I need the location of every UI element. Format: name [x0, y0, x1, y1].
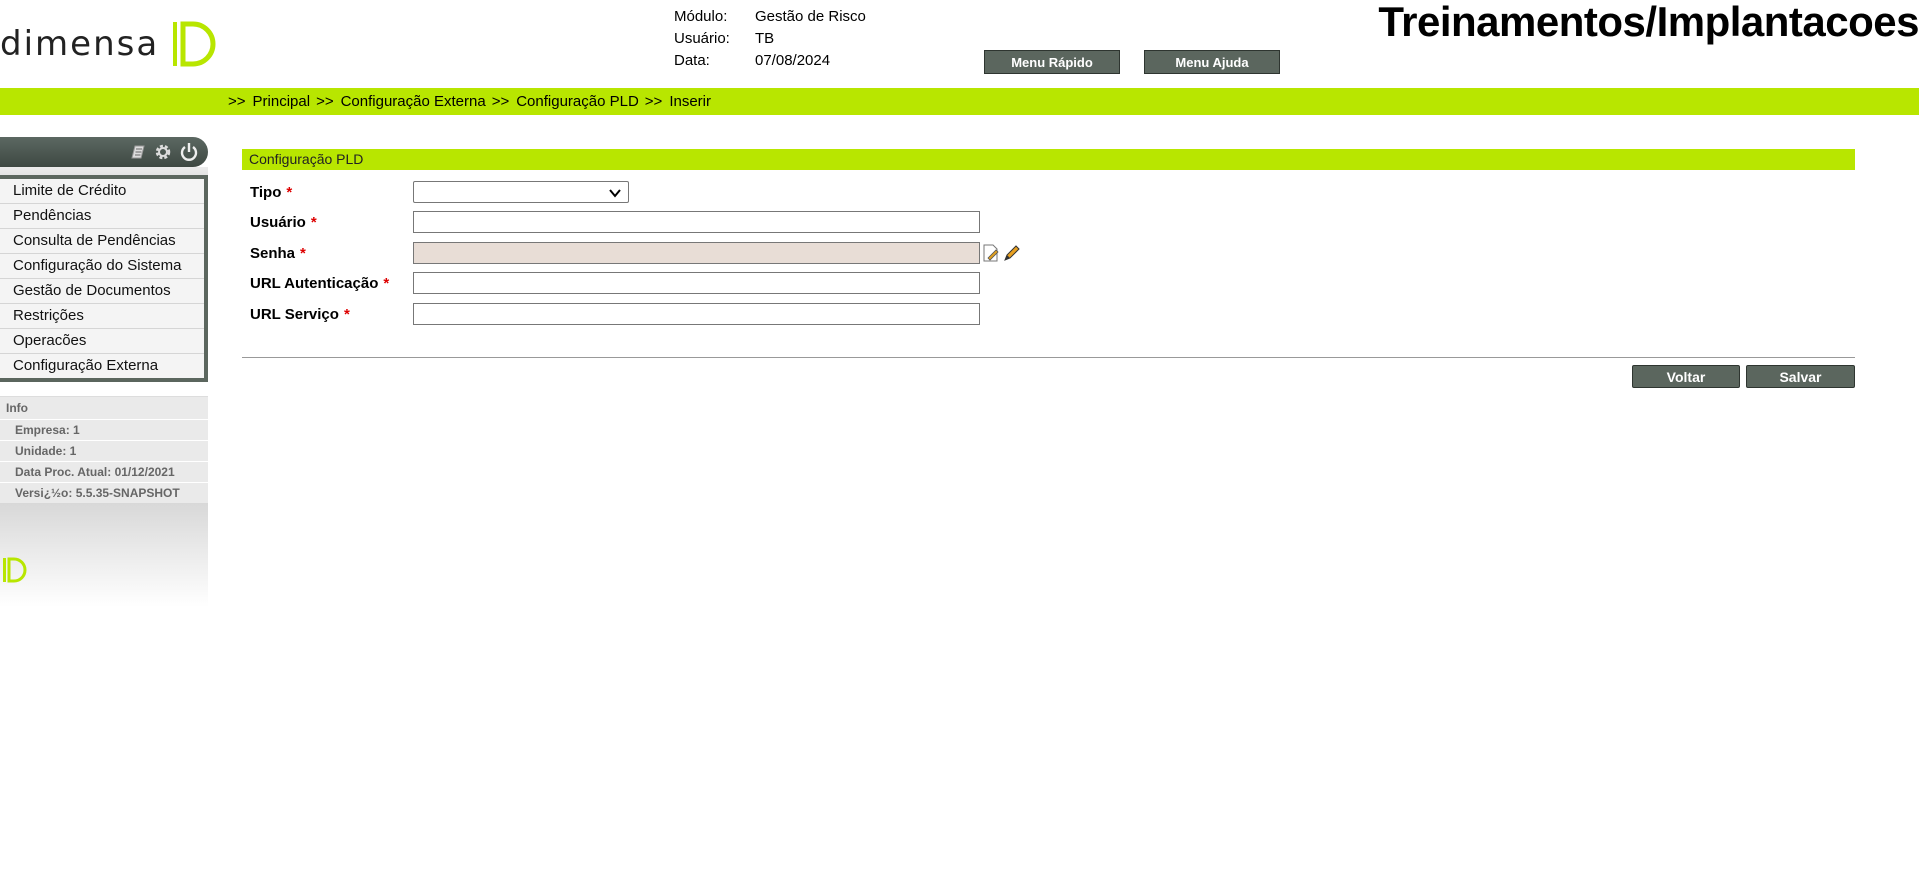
dimensa-logo: DIMENSA [0, 14, 221, 74]
sidebar-item-operacoes[interactable]: Operacões [0, 329, 204, 354]
notepad-icon[interactable] [128, 142, 148, 162]
info-row-data: Data: 07/08/2024 [674, 50, 866, 72]
breadcrumb-item-inserir: Inserir [669, 93, 712, 110]
logo-text: DIMENSA [0, 24, 160, 64]
breadcrumb-bar: >> Principal >> Configuração Externa >> … [0, 88, 1919, 115]
info-panel: Info Empresa: 1 Unidade: 1 Data Proc. At… [0, 396, 208, 503]
breadcrumb-item-principal[interactable]: Principal [253, 88, 311, 115]
usuario-input[interactable] [413, 211, 980, 233]
required-marker: * [300, 244, 306, 262]
info-key: Módulo: [674, 8, 728, 25]
menu-ajuda-button[interactable]: Menu Ajuda [1144, 50, 1280, 74]
required-marker: * [286, 183, 293, 201]
breadcrumb-separator: >> [316, 93, 334, 110]
form-divider [242, 357, 1855, 358]
form-row-tipo: Tipo * [250, 180, 629, 204]
footer-logo-icon [3, 557, 27, 583]
salvar-button[interactable]: Salvar [1746, 365, 1855, 388]
breadcrumb-item-configuracao-pld[interactable]: Configuração PLD [516, 88, 639, 115]
url-autenticacao-input[interactable] [413, 272, 980, 294]
edit-document-icon[interactable] [982, 243, 1000, 263]
info-empresa: Empresa: 1 [0, 419, 208, 440]
menu-rapido-button[interactable]: Menu Rápido [984, 50, 1120, 74]
info-value: Gestão de Risco [755, 8, 866, 25]
power-icon[interactable] [178, 141, 200, 163]
required-marker: * [343, 305, 350, 323]
sidebar-item-configuracao-externa[interactable]: Configuração Externa [0, 354, 204, 378]
sidebar-toolbar [0, 137, 208, 167]
gear-icon[interactable] [152, 141, 174, 163]
sidebar-menu: Limite de Crédito Pendências Consulta de… [0, 175, 208, 382]
info-key: Data: [674, 52, 710, 69]
info-key: Usuário: [674, 30, 730, 47]
form-row-url-servico: URL Serviço * [250, 302, 980, 326]
tipo-label: Tipo * [250, 183, 293, 201]
sidebar-item-restricoes[interactable]: Restrições [0, 304, 204, 329]
info-row-usuario: Usuário: TB [674, 28, 866, 50]
sidebar-item-configuracao-do-sistema[interactable]: Configuração do Sistema [0, 254, 204, 279]
form-row-url-autenticacao: URL Autenticação * [250, 271, 980, 295]
usuario-label: Usuário * [250, 213, 317, 231]
breadcrumb-separator: >> [228, 93, 246, 110]
logo-mark-icon [173, 21, 216, 67]
info-value: TB [755, 30, 775, 47]
sidebar: Limite de Crédito Pendências Consulta de… [0, 137, 208, 607]
required-marker: * [310, 213, 317, 231]
sidebar-item-limite-de-credito[interactable]: Limite de Crédito [0, 179, 204, 204]
url-autenticacao-label: URL Autenticação * [250, 274, 390, 292]
senha-label: Senha * [250, 244, 306, 262]
breadcrumb-item-configuracao-externa[interactable]: Configuração Externa [341, 88, 486, 115]
pencil-icon[interactable] [1002, 243, 1022, 263]
sidebar-item-pendencias[interactable]: Pendências [0, 204, 204, 229]
chevron-down-icon [609, 189, 621, 198]
info-row-modulo: Módulo: Gestão de Risco [674, 6, 866, 28]
environment-title: Treinamentos/Implantacoes [1378, 0, 1919, 45]
senha-input [413, 242, 980, 264]
required-marker: * [383, 274, 390, 292]
info-value: 07/08/2024 [755, 52, 831, 69]
sidebar-item-consulta-de-pendencias[interactable]: Consulta de Pendências [0, 229, 204, 254]
info-versao: Versi¿½o: 5.5.35-SNAPSHOT [0, 482, 208, 503]
form-row-senha: Senha * [250, 241, 1022, 265]
url-servico-input[interactable] [413, 303, 980, 325]
info-data-proc: Data Proc. Atual: 01/12/2021 [0, 461, 208, 482]
info-panel-title: Info [0, 396, 208, 419]
breadcrumb-separator: >> [491, 93, 510, 110]
info-unidade: Unidade: 1 [0, 440, 208, 461]
url-servico-label: URL Serviço * [250, 305, 350, 323]
breadcrumb: >> Principal >> Configuração Externa >> … [228, 88, 711, 115]
sidebar-footer [0, 503, 208, 607]
form-row-usuario: Usuário * [250, 210, 980, 234]
tipo-select[interactable] [413, 181, 629, 203]
section-title: Configuração PLD [242, 149, 1855, 170]
voltar-button[interactable]: Voltar [1632, 365, 1740, 388]
session-info: Módulo: Gestão de Risco Usuário: TB Data… [674, 6, 866, 72]
breadcrumb-separator: >> [644, 93, 663, 110]
sidebar-item-gestao-de-documentos[interactable]: Gestão de Documentos [0, 279, 204, 304]
